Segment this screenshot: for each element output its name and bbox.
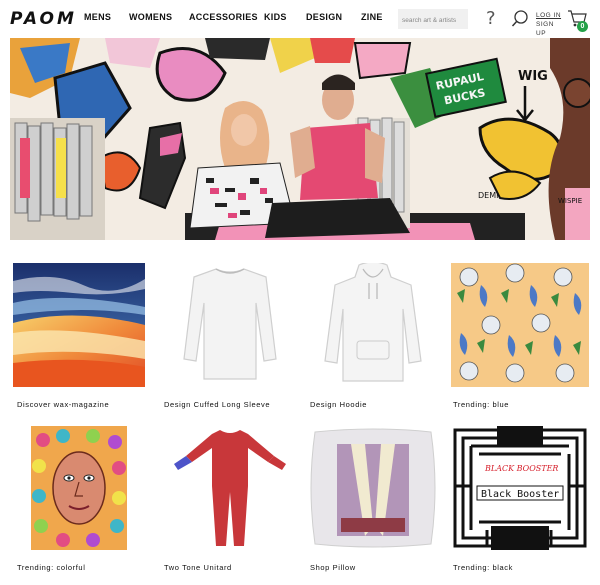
wax-magazine-art xyxy=(13,263,145,387)
auth-links: LOG IN SIGN UP xyxy=(536,11,562,38)
product-caption[interactable]: Shop Pillow xyxy=(310,563,356,572)
product-card-hoodie[interactable]: Design Hoodie xyxy=(307,263,445,409)
product-caption[interactable]: Discover wax-magazine xyxy=(17,400,109,409)
artwork-title-red: BLACK BOOSTER xyxy=(484,464,558,473)
hero-illustration: RUPAUL BUCKS WIG WISPIE DEMI xyxy=(10,38,590,240)
blue-pattern-art xyxy=(451,263,589,387)
nav-item-accessories[interactable]: ACCESSORIES xyxy=(189,12,258,22)
hoodie-art xyxy=(307,263,439,387)
black-booster-art: BLACK BOOSTER Black Booster xyxy=(451,426,589,550)
search-box xyxy=(398,9,468,31)
nav-item-womens[interactable]: WOMENS xyxy=(129,12,172,22)
product-card-pillow[interactable]: Shop Pillow xyxy=(307,426,445,572)
product-image[interactable] xyxy=(13,263,145,387)
cart-count-badge: 0 xyxy=(577,21,588,32)
product-image[interactable]: BLACK BOOSTER Black Booster xyxy=(451,426,589,550)
nav-item-mens[interactable]: MENS xyxy=(84,12,111,22)
signup-link[interactable]: SIGN UP xyxy=(536,20,562,38)
logo-text: PAOM xyxy=(10,9,77,29)
artwork-title-black: Black Booster xyxy=(481,489,559,500)
product-image[interactable] xyxy=(13,426,145,550)
long-sleeve-shirt-art xyxy=(164,263,296,387)
nav-item-zine[interactable]: ZINE xyxy=(361,12,383,22)
product-card-trending-colorful[interactable]: Trending: colorful xyxy=(13,426,151,572)
login-link[interactable]: LOG IN xyxy=(536,11,562,20)
unitard-art xyxy=(164,426,296,550)
top-navigation: PAOM MENS WOMENS ACCESSORIES KIDS DESIGN… xyxy=(0,0,600,38)
hero-banner[interactable]: RUPAUL BUCKS WIG WISPIE DEMI xyxy=(10,38,590,240)
magnifier-icon[interactable] xyxy=(511,9,529,29)
product-image[interactable] xyxy=(451,263,589,387)
product-image[interactable] xyxy=(307,426,439,550)
demi-label: DEMI xyxy=(478,191,498,200)
product-caption[interactable]: Trending: colorful xyxy=(17,563,85,572)
product-card-wax-magazine[interactable]: Discover wax-magazine xyxy=(13,263,151,409)
product-image[interactable] xyxy=(307,263,439,387)
product-caption[interactable]: Trending: black xyxy=(453,563,513,572)
question-mark-icon[interactable]: ? xyxy=(486,9,496,29)
product-caption[interactable]: Two Tone Unitard xyxy=(164,563,232,572)
product-card-long-sleeve[interactable]: Design Cuffed Long Sleeve xyxy=(164,263,302,409)
search-input[interactable] xyxy=(398,10,468,31)
wispie-label: WISPIE xyxy=(558,197,582,205)
nav-item-kids[interactable]: KIDS xyxy=(264,12,287,22)
paom-logo[interactable]: PAOM xyxy=(10,9,77,29)
product-card-trending-black[interactable]: BLACK BOOSTER Black Booster Trending: bl… xyxy=(451,426,589,572)
wig-label: WIG xyxy=(518,69,548,84)
product-card-trending-blue[interactable]: Trending: blue xyxy=(451,263,589,409)
product-caption[interactable]: Design Cuffed Long Sleeve xyxy=(164,400,270,409)
product-caption[interactable]: Trending: blue xyxy=(453,400,509,409)
product-card-unitard[interactable]: Two Tone Unitard xyxy=(164,426,302,572)
product-image[interactable] xyxy=(164,263,296,387)
product-image[interactable] xyxy=(164,426,296,550)
colorful-face-art xyxy=(13,426,145,550)
product-caption[interactable]: Design Hoodie xyxy=(310,400,367,409)
cart-button[interactable]: 0 xyxy=(567,9,589,33)
nav-item-design[interactable]: DESIGN xyxy=(306,12,342,22)
pillow-art xyxy=(307,426,439,550)
